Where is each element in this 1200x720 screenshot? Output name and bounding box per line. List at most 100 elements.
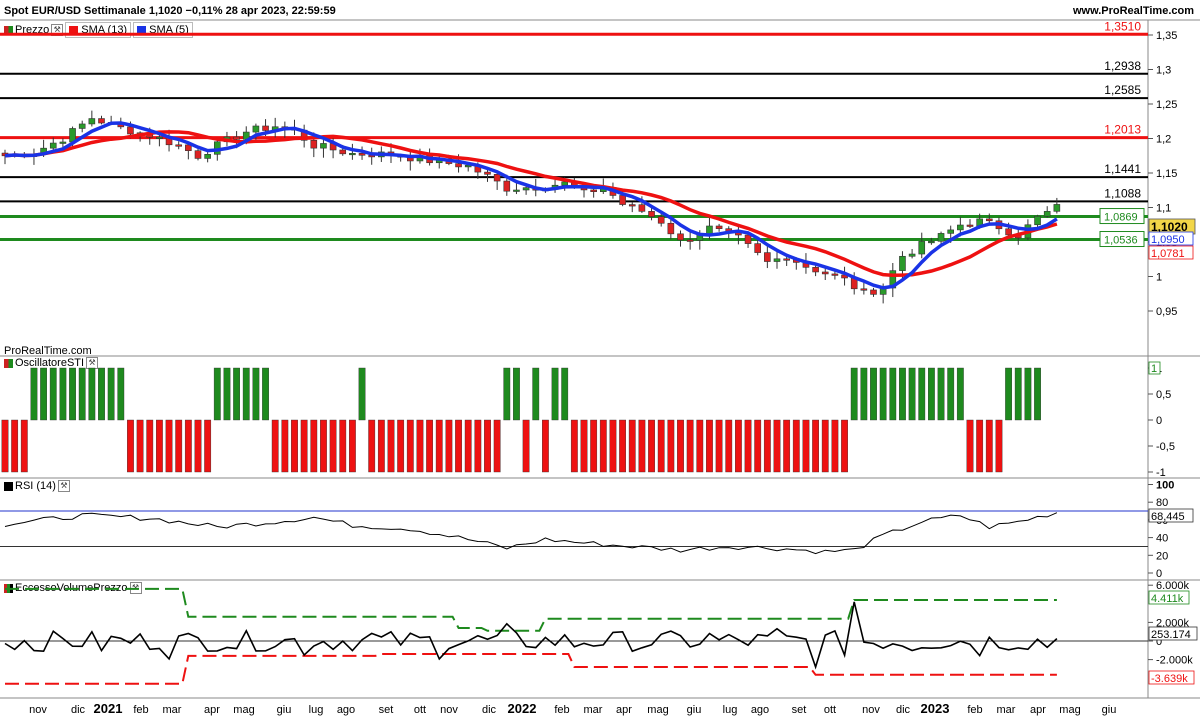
sti-bar-negative: [609, 419, 617, 473]
candle-down: [127, 126, 134, 135]
evp-upper-label: 4.411k: [1151, 593, 1184, 605]
candle-up: [513, 189, 520, 192]
evp-tick-label: 6.000k: [1156, 580, 1190, 592]
rsi-tick-label: 40: [1156, 533, 1168, 545]
x-tick-label: giu: [277, 704, 292, 716]
sti-bar-negative: [20, 419, 28, 473]
candle-down: [764, 252, 771, 262]
candle-up: [899, 255, 906, 271]
x-tick-label: dic: [896, 704, 911, 716]
price-tick-label: 0,95: [1156, 306, 1177, 318]
rsi-last-label: 68,445: [1151, 511, 1185, 523]
sti-bar-negative: [542, 419, 549, 473]
price-tick-label: 1,15: [1156, 168, 1177, 180]
price-tick-label: 1,1: [1156, 203, 1171, 215]
sti-bar-positive: [1005, 367, 1013, 421]
sti-bar-positive: [899, 367, 906, 421]
x-tick-label: set: [792, 704, 807, 716]
rsi-tick-label: 20: [1156, 550, 1168, 562]
sti-bar-negative: [406, 419, 414, 473]
candle-down: [783, 258, 790, 261]
x-tick-label: mar: [584, 704, 603, 716]
sti-bar-positive: [879, 367, 887, 421]
level-label-3: 1,2013: [1104, 123, 1141, 137]
sti-bar-negative: [976, 419, 984, 473]
candle-up: [561, 181, 569, 186]
sti-tick-label: -1: [1156, 467, 1166, 479]
x-tick-label: apr: [204, 704, 220, 716]
sti-bar-positive: [262, 367, 269, 421]
x-tick-label: giu: [687, 704, 702, 716]
candle-up: [928, 241, 935, 244]
candle-up: [1053, 204, 1061, 212]
panel-frames: [0, 19, 1200, 699]
sti-bar-positive: [88, 367, 96, 421]
x-tick-label: nov: [29, 704, 47, 716]
x-tick-label: lug: [723, 704, 738, 716]
sti-bar-positive: [49, 367, 57, 421]
candle-down: [831, 273, 839, 276]
sti-bar-negative: [271, 419, 279, 473]
x-tick-label: dic: [71, 704, 86, 716]
candle-down: [194, 150, 202, 159]
sti-bar-positive: [503, 367, 511, 421]
sti-bar-positive: [223, 367, 231, 421]
x-tick-label: apr: [1030, 704, 1046, 716]
chart-canvas[interactable]: 1,35101,29381,25851,20131,14411,10881,08…: [0, 0, 1200, 720]
candle-down: [590, 189, 597, 192]
candle-down: [1005, 228, 1012, 236]
x-tick-label: dic: [482, 704, 497, 716]
sti-bar-positive: [40, 367, 48, 421]
x-tick-label: 2021: [94, 701, 123, 716]
sti-bar-negative: [773, 419, 781, 473]
x-tick-label: mar: [163, 704, 182, 716]
candle-up: [320, 143, 327, 149]
sti-bar-negative: [706, 419, 713, 473]
sti-bar-positive: [551, 367, 559, 421]
level-label-4: 1,1441: [1104, 162, 1141, 176]
sti-bar-negative: [455, 419, 462, 473]
sti-tick-label: -0,5: [1156, 441, 1175, 453]
sti-bar-negative: [464, 419, 472, 473]
sti-bar-negative: [484, 419, 491, 473]
candle-up: [88, 118, 96, 125]
candle-down: [870, 289, 877, 295]
sti-bar-positive: [889, 367, 897, 421]
sti-bar-negative: [291, 419, 298, 473]
sti-bar-negative: [744, 419, 752, 473]
sti-bar-negative: [397, 419, 405, 473]
x-tick-label: 2023: [921, 701, 950, 716]
sti-bar-negative: [445, 419, 453, 473]
sti-bar-negative: [725, 419, 733, 473]
sti-bar-negative: [165, 419, 173, 473]
candle-down: [628, 204, 636, 207]
sti-bar-negative: [995, 419, 1003, 473]
sti-bar-positive: [947, 367, 955, 421]
candle-down: [744, 234, 752, 244]
sti-bar-positive: [532, 367, 540, 421]
evp-tick-label: -2.000k: [1156, 655, 1193, 667]
x-tick-label: feb: [133, 704, 148, 716]
candle-down: [638, 204, 646, 212]
candle-down: [310, 140, 318, 149]
x-tick-label: nov: [862, 704, 880, 716]
sti-bar-negative: [1, 419, 9, 473]
sti-bar-negative: [628, 419, 636, 473]
sti-bar-negative: [735, 419, 742, 473]
sti-bar-positive: [1024, 367, 1032, 421]
sti-bar-positive: [513, 367, 520, 421]
sti-bar-negative: [792, 419, 800, 473]
sti-bar-positive: [956, 367, 964, 421]
sti-bar-positive: [252, 367, 260, 421]
level-label-5: 1,1088: [1104, 186, 1141, 200]
sti-bar-negative: [339, 419, 347, 473]
evp-lower-label: -3.639k: [1151, 673, 1188, 685]
sti-last-label: 1: [1151, 363, 1157, 375]
sti-bar-negative: [435, 419, 443, 473]
sti-bar-negative: [599, 419, 607, 473]
sti-bar-positive: [107, 367, 115, 421]
candle-down: [648, 211, 655, 217]
sti-bar-negative: [638, 419, 646, 473]
sti-bar-negative: [300, 419, 308, 473]
candle-down: [493, 174, 501, 182]
